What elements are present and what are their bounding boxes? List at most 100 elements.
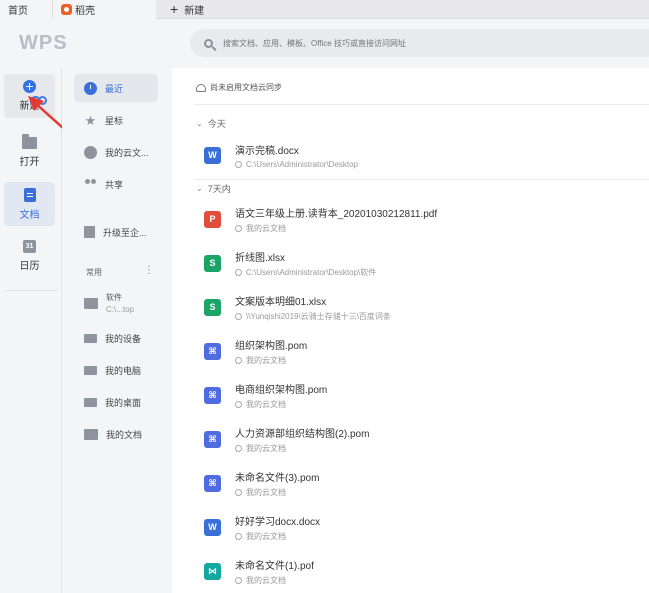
file-row[interactable]: W 好好学习docx.docx 我的云文档 [204,507,644,547]
cloud-location-icon [235,444,242,452]
nav-computer[interactable]: 我的电脑 [74,356,158,384]
file-name: 语文三年级上册.读背本_20201030212811.pdf [235,208,438,220]
calendar-icon: 31 [23,240,36,253]
tab-new[interactable]: + 新建 [156,0,212,19]
secondary-nav: 最近 ★ 星标 我的云文... 共享 升级至企... 常用 ⋮ 软件 C:\..… [62,68,172,593]
nav-devices[interactable]: 我的设备 [74,324,158,352]
file-name: 电商组织架构图.pom [235,384,328,396]
file-row[interactable]: S 文案版本明细01.xlsx \\Yunqishi2019\云骑士存储十三\百… [204,287,644,327]
tab-home-label: 首页 [8,5,28,17]
common-section-label: 常用 [86,268,102,277]
cloud-sync-icon [196,83,206,92]
clock-icon [84,81,97,95]
file-path: \\Yunqishi2019\云骑士存储十三\百度词条 [246,311,391,321]
cloud-location-icon [235,532,242,540]
file-name: 好好学习docx.docx [235,516,321,528]
group-7days[interactable]: ⌄ 7天内 [196,182,231,195]
rail-doc-label: 文档 [19,209,40,221]
mindmap-file-icon: ⌘ [204,342,221,360]
documents-folder-icon [84,428,98,440]
tab-daoke-label: 稻壳 [75,5,95,17]
file-path: 我的云文档 [246,487,286,497]
enterprise-icon [84,226,95,238]
file-name: 人力资源部组织结构图(2).pom [235,428,370,440]
software-folder-title: 软件 [106,293,122,302]
file-row[interactable]: P 语文三年级上册.读背本_20201030212811.pdf 我的云文档 [204,199,644,239]
spreadsheet-file-icon: S [204,298,221,316]
location-icon [235,268,242,276]
cloud-sync-text: 尚未启用文档云同步 [210,83,282,92]
group-today-label: 今天 [207,119,226,129]
nav-documents-label: 我的文档 [106,429,143,440]
document-icon [23,187,36,202]
file-row[interactable]: ⋈ 未命名文件(1).pof 我的云文档 [204,551,644,591]
word-file-icon: W [204,518,221,536]
tab-daoke[interactable]: 稻壳 [52,0,156,19]
file-path: C:\Users\Administrator\Desktop\软件 [246,267,377,277]
share-users-icon [84,178,97,191]
nav-upgrade[interactable]: 升级至企... [74,218,158,246]
mindmap-file-icon: ⌘ [204,430,221,448]
pdf-file-icon: P [204,210,221,228]
computer-icon [84,365,97,375]
nav-share[interactable]: 共享 [74,170,158,198]
daoke-logo-icon [61,3,72,15]
search-input[interactable] [223,38,603,48]
nav-desktop-label: 我的桌面 [105,397,142,408]
file-name: 文案版本明细01.xlsx [235,296,327,308]
software-folder-path: C:\...top [106,305,135,314]
tab-home[interactable]: 首页 [0,0,52,19]
flowchart-file-icon: ⋈ [204,562,221,580]
file-name: 组织架构图.pom [235,340,308,352]
file-path: 我的云文档 [246,575,286,585]
cloud-location-icon [235,576,242,584]
header: WPS [0,19,649,68]
nav-recent[interactable]: 最近 [74,74,158,102]
file-path: 我的云文档 [246,443,286,453]
chevron-down-icon: ⌄ [196,184,203,193]
nav-recent-label: 最近 [105,83,124,94]
file-path: C:\Users\Administrator\Desktop [246,159,359,169]
nav-documents[interactable]: 我的文档 [74,420,158,448]
group-today[interactable]: ⌄ 今天 [196,117,226,130]
rail-calendar-button[interactable]: 31 日历 [4,234,55,278]
nav-software-folder[interactable]: 软件 C:\...top [74,286,158,320]
nav-upgrade-label: 升级至企... [103,227,147,238]
rail-calendar-label: 日历 [19,261,40,272]
more-options-icon[interactable]: ⋮ [144,265,154,276]
cloud-sync-notice[interactable]: 尚未启用文档云同步 [196,82,282,93]
divider [194,179,649,180]
nav-star[interactable]: ★ 星标 [74,106,158,134]
cloud-location-icon [235,488,242,496]
file-path: 我的云文档 [246,399,286,409]
search-bar[interactable] [190,29,649,57]
cloud-icon [84,145,97,159]
nav-devices-label: 我的设备 [105,333,142,344]
file-name: 未命名文件(3).pom [235,472,320,484]
rail-doc-button[interactable]: 文档 [4,182,55,226]
file-path: 我的云文档 [246,531,286,541]
file-row[interactable]: ⌘ 电商组织架构图.pom 我的云文档 [204,375,644,415]
device-icon [84,333,97,343]
nav-desktop[interactable]: 我的桌面 [74,388,158,416]
folder-icon [84,297,98,309]
file-name: 折线图.xlsx [235,252,285,264]
group-7days-label: 7天内 [207,184,231,194]
nav-computer-label: 我的电脑 [105,365,142,376]
nav-cloud-label: 我的云文... [105,147,149,158]
plus-icon: + [170,1,179,17]
chevron-down-icon: ⌄ [196,119,203,128]
file-name: 未命名文件(1).pof [235,560,314,572]
file-row[interactable]: S 折线图.xlsx C:\Users\Administrator\Deskto… [204,243,644,283]
mindmap-file-icon: ⌘ [204,474,221,492]
file-path: 我的云文档 [246,223,286,233]
file-path: 我的云文档 [246,355,286,365]
tab-bar: 首页 稻壳 + 新建 [0,0,649,19]
search-icon [204,38,213,48]
file-row[interactable]: W 演示完稿.docx C:\Users\Administrator\Deskt… [204,135,644,175]
tab-new-label: 新建 [184,5,205,17]
nav-cloud[interactable]: 我的云文... [74,138,158,166]
file-row[interactable]: ⌘ 组织架构图.pom 我的云文档 [204,331,644,371]
file-row[interactable]: ⌘ 未命名文件(3).pom 我的云文档 [204,463,644,503]
file-row[interactable]: ⌘ 人力资源部组织结构图(2).pom 我的云文档 [204,419,644,459]
